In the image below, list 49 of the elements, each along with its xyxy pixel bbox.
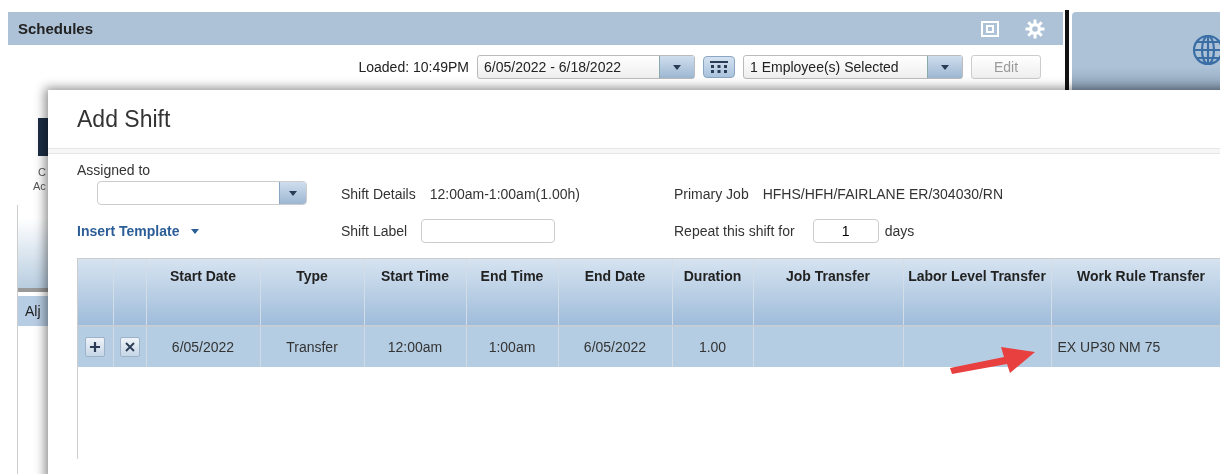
table-cell: 6/05/2022 [146,326,260,367]
settings-icon[interactable] [1025,18,1045,39]
table-cell: Transfer [260,326,364,367]
employee-dropdown[interactable]: 1 Employee(s) Selected [743,55,963,79]
column-header: Start Time [364,259,466,326]
plus-icon [89,341,102,353]
shift-label-input[interactable] [421,219,556,243]
column-header: End Date [558,259,672,326]
loaded-time: Loaded: 10:49PM [358,59,469,75]
globe-icon[interactable] [1192,34,1220,66]
column-header: Job Transfer [753,259,903,326]
caret-icon[interactable] [191,228,200,234]
shift-details-value: 12:00am-1:00am(1.00h) [429,185,580,202]
window-restore-icon[interactable] [981,20,999,37]
dialog-title: Add Shift [76,105,172,134]
insert-template-link[interactable]: Insert Template [77,223,180,239]
delete-row-button[interactable] [119,337,140,357]
field-label: Repeat this shift for [674,223,795,239]
close-icon [124,342,135,352]
text-fragment: Ac [33,180,46,192]
caret-icon [927,56,962,78]
text-fragment: C [38,166,46,178]
assigned-to-dropdown[interactable] [97,181,307,205]
table-cell: 1:00am [466,326,558,367]
calendar-icon [710,61,728,73]
caret-icon [659,56,694,78]
date-range-dropdown[interactable]: 6/05/2022 - 6/18/2022 [477,55,695,79]
field-label: Shift Label [341,223,408,239]
table-cell: 1.00 [672,326,753,367]
column-header: Start Date [146,259,260,326]
table-row[interactable]: 6/05/2022 Transfer 12:00am 1:00am 6/05/2022 1.00 EX UP30 NM 75 [78,326,1220,367]
caret-icon [279,182,306,204]
field-label: Assigned to [77,162,151,178]
field-label: Primary Job [674,185,749,202]
column-header: Type [260,259,364,326]
page-title: Schedules [18,20,95,37]
add-row-button[interactable] [85,337,106,357]
column-header: Duration [672,259,753,326]
calendar-button[interactable] [703,56,735,78]
column-header: Labor Level Transfer [903,259,1051,326]
primary-job-value: HFHS/HFH/FAIRLANE ER/304030/RN [762,185,1004,202]
column-header: End Time [466,259,558,326]
field-label: Shift Details [341,185,416,202]
table-cell: 6/05/2022 [558,326,672,367]
column-header: Work Rule Transfer [1051,259,1220,326]
repeat-days-input[interactable]: 1 [812,219,879,243]
field-label: days [884,223,915,239]
table-cell: 12:00am [364,326,466,367]
table-cell: EX UP30 NM 75 [1051,326,1220,367]
